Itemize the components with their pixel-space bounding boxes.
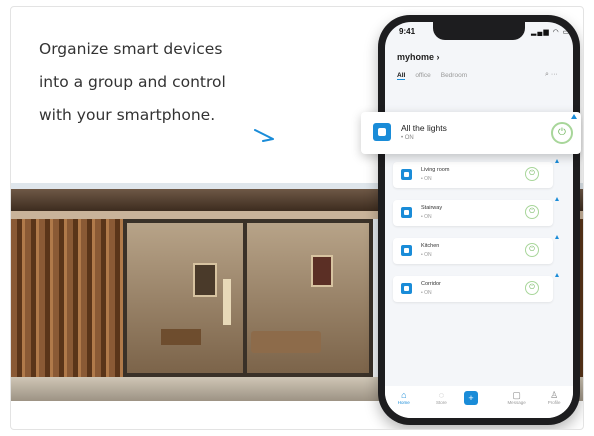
device-name: Corridor: [421, 281, 441, 287]
nav-label: Profile: [547, 400, 561, 405]
device-state: • ON: [421, 252, 432, 258]
store-icon: ◌: [438, 390, 445, 400]
indicator-icon: [571, 114, 577, 119]
device-item-living-room[interactable]: Living room • ON ⏻: [393, 159, 559, 188]
power-button-icon[interactable]: ⏻: [525, 281, 539, 295]
status-icons: ▂▄▆ ◠ ▭: [531, 29, 571, 36]
caption: Organize smart devices into a group and …: [39, 33, 309, 132]
profile-icon: ♙: [550, 390, 559, 400]
device-state: • ON: [421, 290, 432, 296]
device-name: Stairway: [421, 205, 443, 211]
power-button-icon[interactable]: ⏻: [551, 122, 573, 144]
nav-home[interactable]: ⌂ Home: [389, 390, 419, 405]
light-icon: [401, 283, 412, 294]
device-item-kitchen[interactable]: Kitchen • ON ⏻: [393, 235, 559, 264]
nav-label: Store: [436, 400, 447, 405]
bottom-nav: ⌂ Home ◌ Store + ▢ Message ♙ Profile: [385, 386, 573, 418]
device-state: • ON: [421, 214, 432, 220]
group-name: All the lights: [401, 123, 447, 133]
nav-label: Message: [507, 400, 526, 405]
home-title[interactable]: myhome ›: [397, 52, 440, 62]
caption-line-2: into a group and control: [39, 73, 226, 91]
pointer-arrow-icon: [254, 129, 274, 142]
power-button-icon[interactable]: ⏻: [525, 167, 539, 181]
phone-notch: [433, 22, 525, 40]
phone-screen: 9:41 ▂▄▆ ◠ ▭ myhome › All office Bedroom…: [385, 22, 573, 418]
smartphone: 9:41 ▂▄▆ ◠ ▭ myhome › All office Bedroom…: [378, 15, 580, 425]
nav-label: Home: [397, 400, 410, 405]
light-icon: [401, 207, 412, 218]
group-card-all-lights[interactable]: All the lights • ON ⏻: [361, 112, 581, 154]
light-icon: [401, 169, 412, 180]
room-tabs: All office Bedroom: [397, 72, 467, 80]
add-icon: +: [463, 391, 478, 405]
device-item-stairway[interactable]: Stairway • ON ⏻: [393, 197, 559, 226]
tab-all[interactable]: All: [397, 72, 406, 80]
device-state: • ON: [421, 176, 432, 182]
message-icon: ▢: [512, 390, 521, 400]
tab-office[interactable]: office: [415, 72, 430, 80]
nav-profile[interactable]: ♙ Profile: [539, 390, 569, 405]
indicator-icon: [555, 235, 559, 239]
house-glass-wall: [123, 219, 373, 377]
house-mullion: [243, 219, 247, 377]
nav-message[interactable]: ▢ Message: [502, 390, 532, 405]
light-group-icon: [373, 123, 391, 141]
tab-bedroom[interactable]: Bedroom: [441, 72, 467, 80]
home-icon: ⌂: [401, 390, 407, 400]
indicator-icon: [555, 159, 559, 163]
group-state: • ON: [401, 135, 414, 141]
indicator-icon: [555, 273, 559, 277]
caption-line-1: Organize smart devices: [39, 40, 223, 58]
light-icon: [401, 245, 412, 256]
house-wood-slats-left: [11, 219, 123, 377]
power-button-icon[interactable]: ⏻: [525, 243, 539, 257]
nav-store[interactable]: ◌ Store: [426, 390, 456, 405]
device-name: Kitchen: [421, 243, 440, 249]
nav-add[interactable]: +: [463, 390, 494, 405]
tab-actions-icon[interactable]: ⌕ ···: [545, 71, 558, 79]
power-button-icon[interactable]: ⏻: [525, 205, 539, 219]
device-name: Living room: [421, 167, 450, 173]
device-item-corridor[interactable]: Corridor • ON ⏻: [393, 273, 559, 302]
status-time: 9:41: [399, 27, 416, 36]
indicator-icon: [555, 197, 559, 201]
promo-card: Organize smart devices into a group and …: [10, 6, 584, 430]
